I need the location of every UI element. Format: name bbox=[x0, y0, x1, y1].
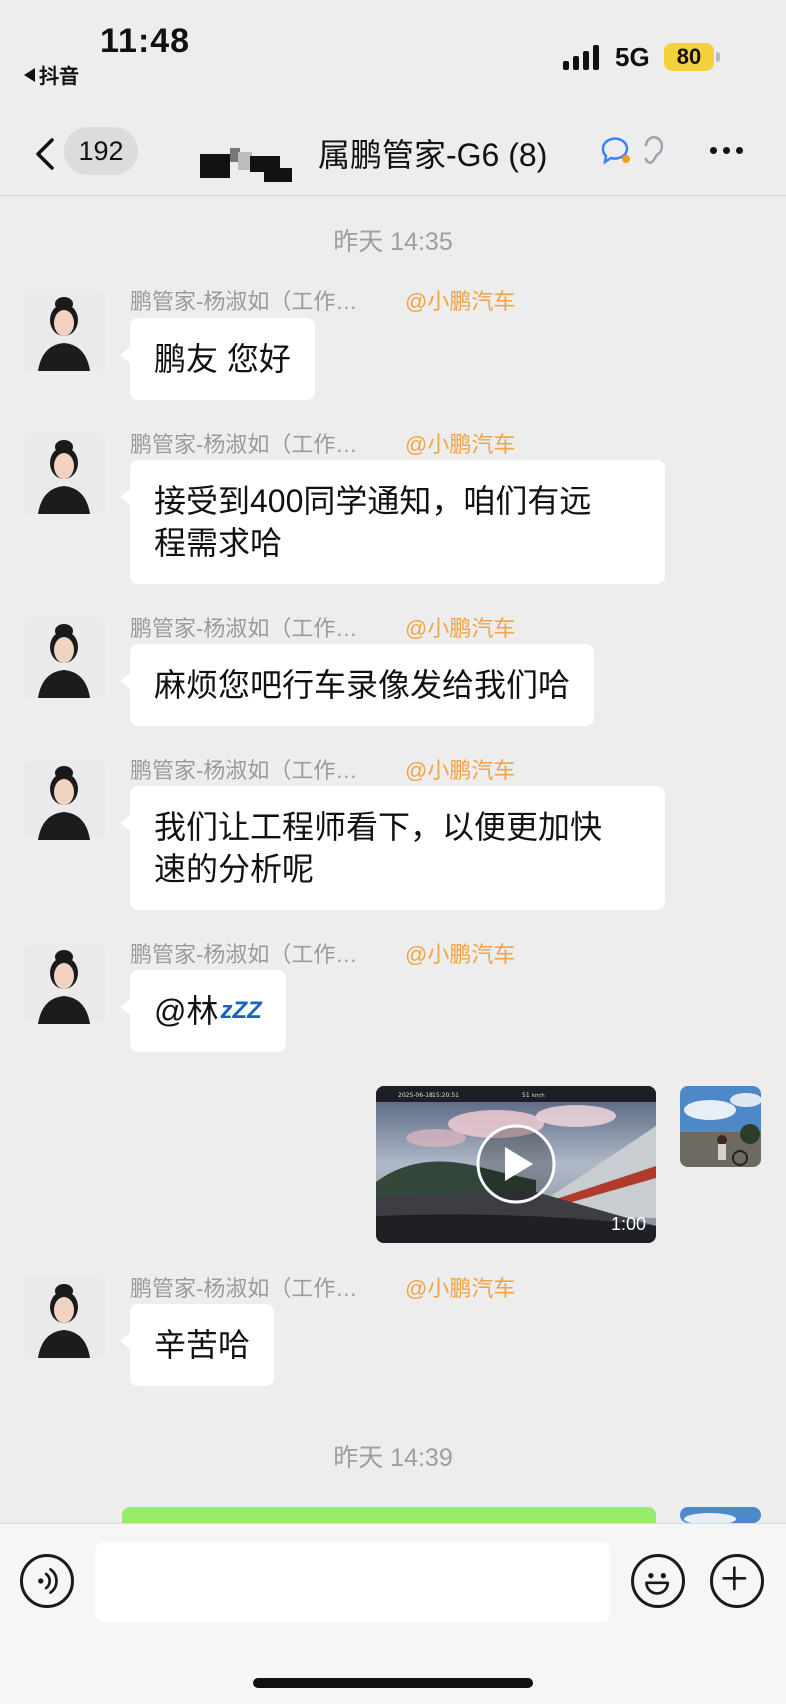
my-avatar[interactable] bbox=[680, 1086, 761, 1167]
network-type: 5G bbox=[615, 42, 650, 72]
message-text: 辛苦哈 bbox=[154, 1327, 251, 1363]
message-bubble[interactable]: 我们让工程师看下，以便更加快 速的分析呢 bbox=[120, 786, 665, 910]
sender-name: 鹏管家-杨淑如（工作… bbox=[130, 432, 358, 457]
emoji-icon[interactable] bbox=[631, 1554, 685, 1608]
avatar[interactable] bbox=[24, 433, 105, 514]
video-overlay-date: 2025-06-18 bbox=[398, 1092, 433, 1099]
sender-org: @小鹏汽车 bbox=[405, 758, 516, 783]
chat-header: 192 属鹏管家-G6 (8) bbox=[0, 110, 786, 196]
message-bubble[interactable]: 接受到400同学通知，咱们有远 程需求哈 bbox=[120, 460, 665, 584]
sender-name: 鹏管家-杨淑如（工作… bbox=[130, 616, 358, 641]
video-duration: 1:00 bbox=[610, 1214, 646, 1234]
my-avatar[interactable] bbox=[680, 1507, 761, 1523]
home-indicator bbox=[253, 1678, 533, 1688]
message-bubble[interactable]: 辛苦哈 bbox=[119, 1304, 275, 1386]
avatar[interactable] bbox=[24, 617, 105, 698]
sender-org: @小鹏汽车 bbox=[405, 942, 516, 967]
battery-cap bbox=[716, 52, 720, 62]
more-icon[interactable] bbox=[710, 147, 750, 157]
message-bubble[interactable]: 麻烦您吧行车录像发给我们哈 bbox=[119, 644, 595, 726]
avatar[interactable] bbox=[24, 1277, 105, 1358]
ear-icon bbox=[644, 136, 664, 164]
sender-name: 鹏管家-杨淑如（工作… bbox=[130, 289, 358, 314]
message-text: 鹏友 您好 bbox=[154, 341, 291, 377]
sender-org: @小鹏汽车 bbox=[405, 616, 516, 641]
voice-icon[interactable] bbox=[20, 1554, 74, 1608]
plus-icon[interactable] bbox=[710, 1554, 764, 1608]
video-overlay-time: 15:20:51 bbox=[432, 1092, 459, 1099]
signal-strength-icon bbox=[563, 44, 599, 70]
avatar[interactable] bbox=[24, 290, 105, 371]
message-bubble[interactable]: 鹏友 您好 bbox=[120, 318, 315, 400]
timestamp: 昨天 14:39 bbox=[333, 1444, 453, 1472]
avatar[interactable] bbox=[24, 759, 105, 840]
sender-org: @小鹏汽车 bbox=[405, 1276, 516, 1301]
video-overlay-speed: 51 bbox=[522, 1092, 530, 1099]
back-triangle-icon bbox=[24, 67, 35, 82]
sender-org: @小鹏汽车 bbox=[405, 432, 516, 457]
chat-title[interactable]: 属鹏管家-G6 (8) bbox=[318, 130, 547, 176]
play-icon[interactable] bbox=[476, 1124, 556, 1204]
sleep-emoji: zZZ bbox=[220, 997, 262, 1024]
back-to-app-link[interactable]: 抖音 bbox=[24, 60, 79, 89]
back-app-label: 抖音 bbox=[39, 66, 79, 88]
timestamp: 昨天 14:35 bbox=[333, 228, 453, 256]
video-overlay-unit: km/h bbox=[532, 1093, 545, 1099]
sender-org: @小鹏汽车 bbox=[405, 289, 516, 314]
battery-icon: 80 bbox=[664, 43, 714, 71]
status-time: 11:48 bbox=[100, 22, 191, 60]
avatar[interactable] bbox=[24, 943, 105, 1024]
message-bubble[interactable]: @林zZZ bbox=[120, 970, 286, 1052]
status-bar: 11:48 抖音 5G 80 bbox=[0, 0, 786, 110]
chat-ai-icon[interactable] bbox=[600, 135, 680, 171]
message-text: 我们让工程师看下，以便更加快 速的分析呢 bbox=[154, 809, 603, 887]
message-text: @林 bbox=[154, 993, 219, 1029]
input-bar bbox=[0, 1523, 786, 1704]
unread-count-badge[interactable]: 192 bbox=[64, 127, 138, 175]
outgoing-message-bubble[interactable] bbox=[122, 1507, 656, 1523]
message-text: 麻烦您吧行车录像发给我们哈 bbox=[154, 667, 571, 703]
message-input[interactable] bbox=[95, 1542, 610, 1622]
sender-name: 鹏管家-杨淑如（工作… bbox=[130, 942, 358, 967]
message-text: 接受到400同学通知，咱们有远 程需求哈 bbox=[154, 483, 592, 561]
redacted-name-block bbox=[200, 148, 292, 182]
sender-name: 鹏管家-杨淑如（工作… bbox=[130, 758, 358, 783]
chevron-left-icon[interactable] bbox=[30, 134, 66, 174]
sender-name: 鹏管家-杨淑如（工作… bbox=[130, 1276, 358, 1301]
video-message[interactable]: 2025-06-18 15:20:51 51 km/h 1:00 bbox=[376, 1086, 656, 1243]
